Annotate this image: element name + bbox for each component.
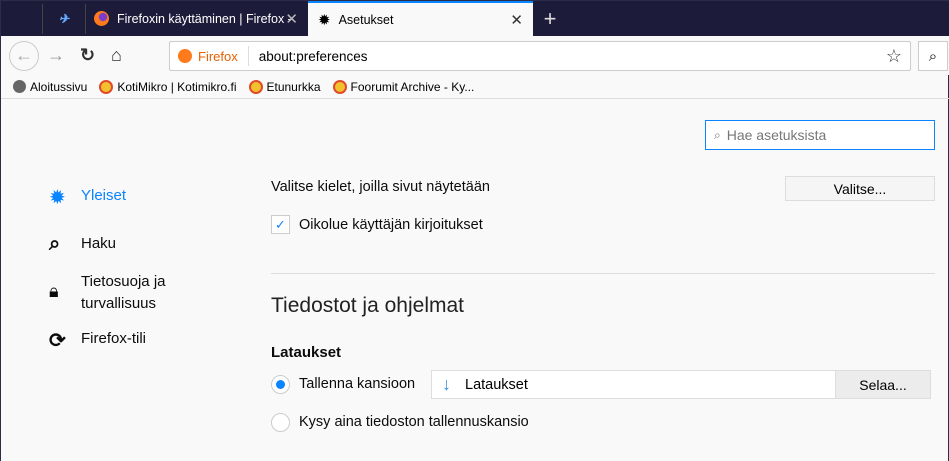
- save-to-label: Tallenna kansioon: [299, 376, 416, 392]
- site-icon: [248, 79, 263, 94]
- bookmark-label: Aloitussivu: [30, 79, 88, 94]
- site-icon: [332, 79, 347, 94]
- home-button[interactable]: ⌂: [111, 45, 122, 66]
- downloads-heading: Lataukset: [271, 344, 342, 361]
- save-to-radio[interactable]: [271, 375, 290, 394]
- bookmark-star-icon[interactable]: ☆: [886, 46, 902, 67]
- new-tab-button[interactable]: +: [537, 1, 563, 36]
- tab-firefox-help[interactable]: Firefoxin käyttäminen | Firefox - ✕: [86, 1, 308, 36]
- search-input[interactable]: ⌕ Hae asetuksista: [705, 120, 935, 150]
- sidebar-label: Firefox-tili: [81, 330, 147, 347]
- sidebar-item-general[interactable]: ✹ Yleiset: [49, 185, 126, 210]
- download-folder-field[interactable]: ↓ Lataukset: [431, 370, 836, 399]
- bookmarks-toolbar: Aloitussivu KotiMikro | Kotimikro.fi Etu…: [1, 75, 949, 99]
- bookmark-label: Etunurkka: [266, 79, 321, 94]
- pinned-tab[interactable]: ✈: [43, 1, 85, 36]
- bookmark-item[interactable]: Etunurkka: [248, 79, 321, 94]
- label-line: turvallisuus: [81, 295, 157, 312]
- choose-languages-button[interactable]: Valitse...: [785, 176, 935, 201]
- reload-button[interactable]: ↻: [80, 45, 95, 66]
- preferences-page: ⌕ Hae asetuksista ✹ Yleiset ⌕ Haku 🔒︎ Tieto…: [1, 100, 948, 461]
- bookmark-item[interactable]: KotiMikro | Kotimikro.fi: [99, 79, 237, 94]
- folder-name: Lataukset: [465, 376, 528, 393]
- radio-dot: [276, 380, 285, 389]
- search-button[interactable]: ⌕: [918, 41, 948, 71]
- gear-icon: ✹: [49, 187, 66, 209]
- sidebar-item-privacy[interactable]: 🔒︎ Tietosuoja ja turvallisuus: [49, 271, 166, 315]
- firefox-icon: [94, 11, 109, 26]
- languages-label: Valitse kielet, joilla sivut näytetään: [271, 179, 490, 195]
- forward-button[interactable]: →: [47, 45, 65, 66]
- site-icon: [99, 79, 114, 94]
- sidebar-label: Haku: [81, 235, 117, 252]
- sync-icon: ⟳: [49, 330, 66, 352]
- search-icon: ⌕: [714, 127, 721, 142]
- divider: [247, 46, 249, 66]
- tab-bar: ✈ Firefoxin käyttäminen | Firefox - ✕ ✹ …: [1, 1, 949, 36]
- always-ask-radio[interactable]: [271, 413, 290, 432]
- bookmark-label: Foorumit Archive - Ky...: [350, 79, 475, 94]
- browse-button[interactable]: Selaa...: [835, 370, 931, 399]
- spellcheck-checkbox[interactable]: ✓: [271, 215, 290, 234]
- search-icon: ⌕: [49, 233, 61, 255]
- bookmark-label: KotiMikro | Kotimikro.fi: [117, 79, 237, 94]
- url-bar[interactable]: Firefox about:preferences ☆: [169, 41, 911, 71]
- identity-label: Firefox: [198, 48, 238, 64]
- search-placeholder: Hae asetuksista: [726, 127, 827, 143]
- globe-icon: [13, 80, 26, 93]
- close-tab-icon[interactable]: ✕: [510, 11, 523, 29]
- gear-icon: ✹: [318, 11, 331, 29]
- section-title: Tiedostot ja ohjelmat: [271, 294, 464, 317]
- site-icon: ✈: [58, 12, 70, 26]
- sidebar-label: Yleiset: [81, 187, 127, 204]
- firefox-icon: [178, 49, 192, 63]
- close-tab-icon[interactable]: ✕: [285, 10, 298, 28]
- tab-preferences[interactable]: ✹ Asetukset ✕: [308, 1, 533, 36]
- lock-icon: 🔒︎: [49, 281, 59, 301]
- bookmark-item[interactable]: Foorumit Archive - Ky...: [332, 79, 475, 94]
- nav-toolbar: ← → ↻ ⌂ Firefox about:preferences ☆ ⌕: [1, 36, 949, 75]
- download-arrow-icon: ↓: [442, 374, 451, 394]
- divider: [271, 273, 935, 274]
- tab-separator: [42, 4, 43, 34]
- tab-title: Asetukset: [338, 12, 394, 27]
- url-text[interactable]: about:preferences: [259, 49, 368, 64]
- sidebar-item-account[interactable]: ⟳ Firefox-tili: [49, 328, 146, 353]
- label-line: Tietosuoja ja: [81, 273, 166, 290]
- tab-title: Firefoxin käyttäminen | Firefox -: [117, 11, 292, 26]
- spellcheck-label: Oikolue käyttäjän kirjoitukset: [299, 217, 483, 233]
- always-ask-label: Kysy aina tiedoston tallennuskansio: [299, 414, 529, 430]
- sidebar-item-search[interactable]: ⌕ Haku: [49, 233, 116, 256]
- bookmark-item[interactable]: Aloitussivu: [13, 80, 87, 94]
- sidebar-label: Tietosuoja ja turvallisuus: [81, 271, 166, 315]
- back-button[interactable]: ←: [9, 40, 39, 71]
